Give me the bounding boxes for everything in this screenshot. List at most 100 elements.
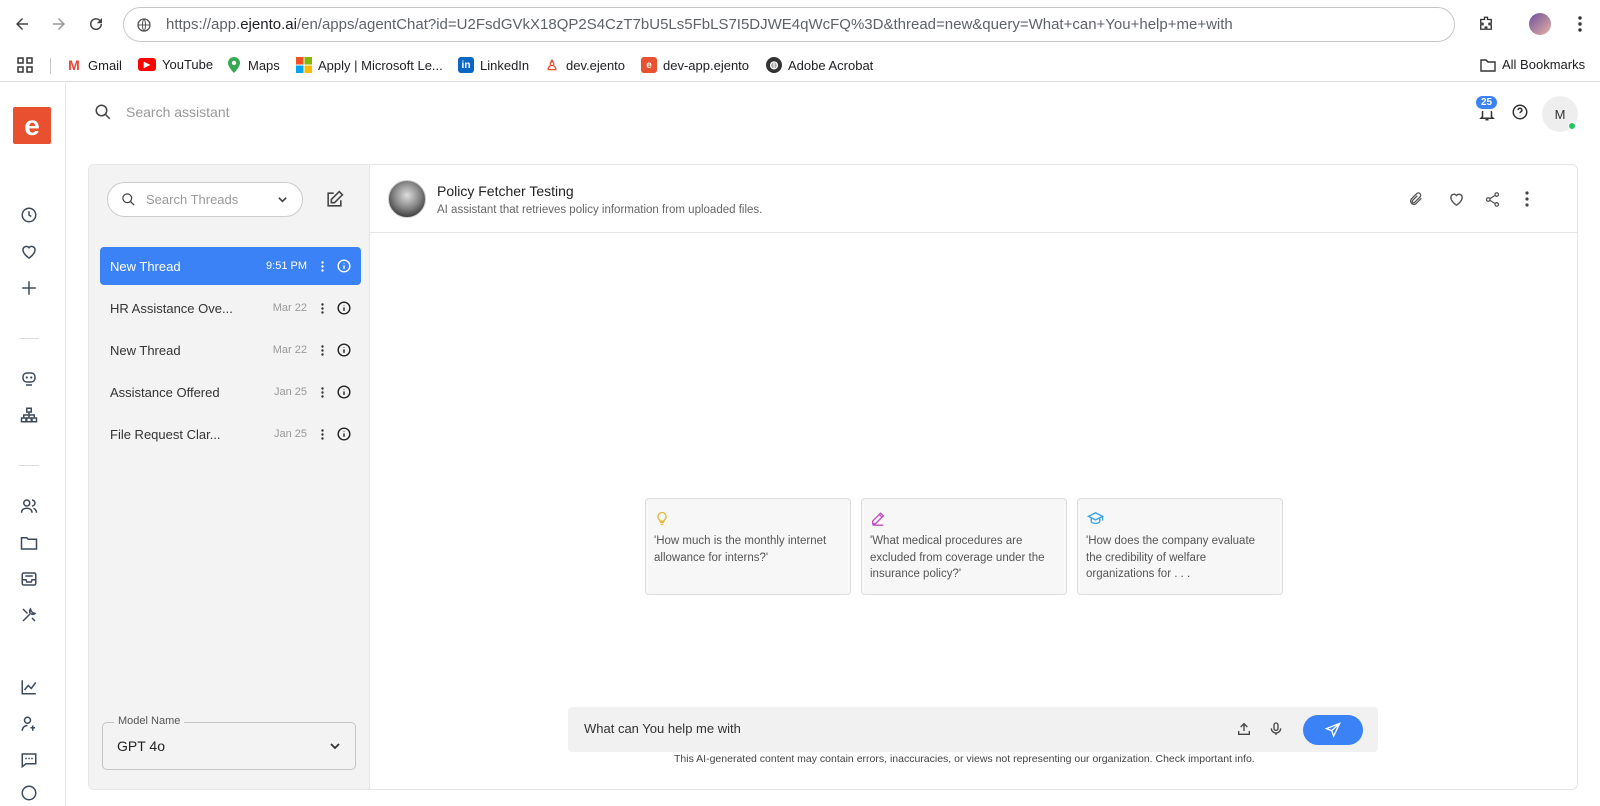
person-icon: ♙ [545, 56, 559, 73]
chat-header: Policy Fetcher Testing AI assistant that… [370, 165, 1577, 233]
kebab-menu-icon[interactable] [317, 301, 327, 315]
help-circle-icon[interactable] [19, 783, 39, 803]
kebab-menu-icon[interactable] [317, 343, 327, 357]
thread-item[interactable]: Assistance Offered Jan 25 [100, 373, 361, 411]
bookmark-youtube[interactable]: ▶ YouTube [138, 57, 213, 72]
chat-icon[interactable] [19, 750, 39, 770]
model-value: GPT 4o [117, 738, 165, 754]
info-icon[interactable] [337, 343, 351, 357]
apps-grid-icon[interactable] [17, 57, 33, 73]
bookmark-maps[interactable]: Maps [226, 57, 280, 73]
thread-item[interactable]: HR Assistance Ove... Mar 22 [100, 289, 361, 327]
bookmarks-bar: M Gmail ▶ YouTube Maps Apply | Microsoft L… [0, 48, 1600, 82]
info-icon[interactable] [337, 385, 351, 399]
kebab-menu-icon[interactable] [317, 259, 327, 273]
assistant-search-input[interactable]: Search assistant [126, 104, 230, 120]
plus-icon[interactable] [19, 278, 39, 298]
folder-icon[interactable] [19, 533, 39, 553]
favorites-heart-icon[interactable] [19, 242, 39, 262]
bookmark-gmail[interactable]: M Gmail [66, 57, 122, 73]
suggested-prompt-text: 'How much is the monthly internet allowa… [654, 535, 827, 564]
globe-icon: ◍ [766, 57, 782, 73]
threads-sidebar: Search Threads New Thread 9:51 PM HR Ass… [89, 165, 370, 789]
chevron-down-icon[interactable] [277, 194, 288, 205]
bookmark-adobe-acrobat[interactable]: ◍ Adobe Acrobat [766, 57, 873, 73]
tools-icon[interactable] [19, 605, 39, 625]
browser-menu-icon[interactable] [1568, 12, 1592, 36]
info-icon[interactable] [337, 259, 351, 273]
extensions-icon[interactable] [1474, 12, 1498, 36]
users-icon[interactable] [19, 496, 39, 516]
thread-search-input[interactable]: Search Threads [146, 192, 277, 207]
back-icon[interactable] [10, 12, 34, 36]
linkedin-icon: in [458, 57, 474, 73]
robot-icon[interactable] [19, 369, 39, 389]
bookmark-dev-ejento[interactable]: ♙ dev.ejento [544, 57, 625, 73]
message-input-bar[interactable]: What can You help me with [568, 707, 1378, 752]
thread-item[interactable]: New Thread Mar 22 [100, 331, 361, 369]
browser-toolbar: https://app.ejento.ai/en/apps/agentChat?… [0, 0, 1600, 48]
thread-search[interactable]: Search Threads [107, 182, 303, 217]
forward-icon[interactable] [47, 12, 71, 36]
org-chart-icon[interactable] [19, 405, 39, 425]
suggested-prompt-text: 'How does the company evaluate the credi… [1086, 535, 1256, 580]
youtube-icon: ▶ [138, 58, 156, 71]
thread-item[interactable]: New Thread 9:51 PM [100, 247, 361, 285]
info-icon[interactable] [337, 301, 351, 315]
profile-avatar[interactable] [1528, 12, 1552, 36]
new-thread-button[interactable] [325, 190, 345, 210]
suggested-prompt-card[interactable]: 'How does the company evaluate the credi… [1077, 498, 1283, 595]
send-icon [1325, 722, 1341, 738]
send-button[interactable] [1303, 715, 1363, 745]
ejento-icon: e [641, 57, 657, 73]
suggested-prompt-card[interactable]: 'What medical procedures are excluded fr… [861, 498, 1067, 595]
thread-item[interactable]: File Request Clar... Jan 25 [100, 415, 361, 453]
thread-date: Jan 25 [273, 428, 307, 440]
model-select[interactable]: Model Name GPT 4o [102, 715, 356, 770]
heart-icon[interactable] [1448, 191, 1466, 209]
bookmarks-divider [50, 58, 51, 74]
thread-date: Mar 22 [272, 302, 307, 314]
agent-avatar [388, 180, 426, 218]
left-rail: e [0, 83, 66, 806]
bookmark-microsoft[interactable]: Apply | Microsoft Le... [296, 57, 443, 73]
pencil-icon [872, 512, 885, 526]
site-info-icon[interactable] [136, 17, 152, 33]
reload-icon[interactable] [84, 12, 108, 36]
more-options-icon[interactable] [1525, 191, 1543, 209]
share-icon[interactable] [1484, 191, 1502, 209]
url-text: https://app.ejento.ai/en/apps/agentChat?… [166, 16, 1233, 33]
analytics-icon[interactable] [19, 677, 39, 697]
all-bookmarks[interactable]: All Bookmarks [1480, 57, 1585, 72]
kebab-menu-icon[interactable] [317, 427, 327, 441]
assistant-search[interactable]: Search assistant [94, 103, 230, 121]
kebab-menu-icon[interactable] [317, 385, 327, 399]
address-bar[interactable]: https://app.ejento.ai/en/apps/agentChat?… [123, 7, 1455, 42]
search-icon [122, 193, 135, 206]
help-icon[interactable] [1511, 103, 1529, 121]
ejento-logo[interactable]: e [13, 107, 51, 144]
thread-date: 9:51 PM [266, 260, 307, 272]
bookmark-dev-app-ejento[interactable]: e dev-app.ejento [641, 57, 749, 73]
edit-icon [327, 190, 344, 207]
agent-description: AI assistant that retrieves policy infor… [437, 204, 763, 216]
gmail-icon: M [68, 57, 80, 73]
graduation-cap-icon [1086, 512, 1105, 525]
maps-pin-icon [226, 57, 242, 73]
chevron-down-icon [330, 743, 340, 750]
thread-title: File Request Clar... [110, 426, 221, 442]
ai-disclaimer: This AI-generated content may contain er… [674, 753, 1255, 765]
chat-panel: Search Threads New Thread 9:51 PM HR Ass… [88, 164, 1578, 790]
history-icon[interactable] [19, 205, 39, 225]
inbox-icon[interactable] [19, 569, 39, 589]
user-settings-icon[interactable] [19, 714, 39, 734]
microphone-icon[interactable] [1268, 721, 1284, 737]
bookmark-linkedin[interactable]: in LinkedIn [458, 57, 529, 73]
thread-date: Jan 25 [273, 386, 307, 398]
chat-area: Policy Fetcher Testing AI assistant that… [370, 165, 1577, 789]
upload-icon[interactable] [1236, 721, 1252, 737]
info-icon[interactable] [337, 427, 351, 441]
paperclip-icon[interactable] [1408, 191, 1426, 209]
suggested-prompt-card[interactable]: 'How much is the monthly internet allowa… [645, 498, 851, 595]
message-input[interactable]: What can You help me with [584, 721, 741, 736]
